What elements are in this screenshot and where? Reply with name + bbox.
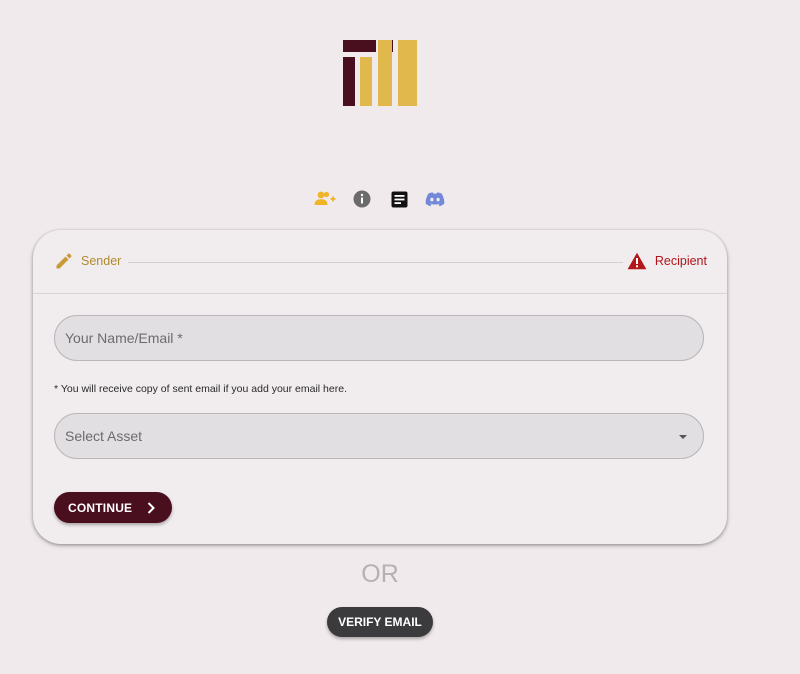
document-icon[interactable] [388, 189, 410, 209]
logo-bar-tall-1 [378, 40, 392, 106]
chevron-right-icon [146, 501, 156, 514]
verify-email-button[interactable]: VERIFY EMAIL [327, 607, 433, 637]
logo-bar-left [343, 57, 355, 106]
add-users-icon[interactable] [314, 189, 336, 209]
logo-bar-tall-2 [398, 40, 417, 106]
warning-icon [627, 252, 647, 270]
asset-select[interactable]: Select Asset [54, 413, 704, 459]
chevron-down-icon [679, 435, 687, 439]
continue-label: CONTINUE [68, 500, 133, 515]
step-recipient[interactable]: Recipient [627, 252, 707, 270]
name-email-input[interactable] [55, 330, 703, 346]
email-hint: * You will receive copy of sent email if… [54, 383, 347, 395]
name-email-field[interactable] [54, 315, 704, 361]
transfer-card: Sender Recipient * You will receive copy… [33, 230, 727, 544]
step-recipient-label: Recipient [654, 254, 707, 268]
or-divider-text: OR [361, 560, 399, 588]
discord-icon[interactable] [424, 189, 446, 209]
logo-bar-mid [360, 57, 372, 106]
step-sender-label: Sender [81, 254, 122, 268]
step-sender[interactable]: Sender [55, 252, 121, 270]
info-icon[interactable] [351, 189, 373, 209]
brand-logo [343, 40, 417, 106]
pencil-icon [55, 252, 73, 270]
stepper-divider [128, 262, 623, 263]
continue-button[interactable]: CONTINUE [54, 492, 172, 523]
stepper: Sender Recipient [33, 230, 727, 294]
asset-select-placeholder: Select Asset [65, 428, 143, 444]
